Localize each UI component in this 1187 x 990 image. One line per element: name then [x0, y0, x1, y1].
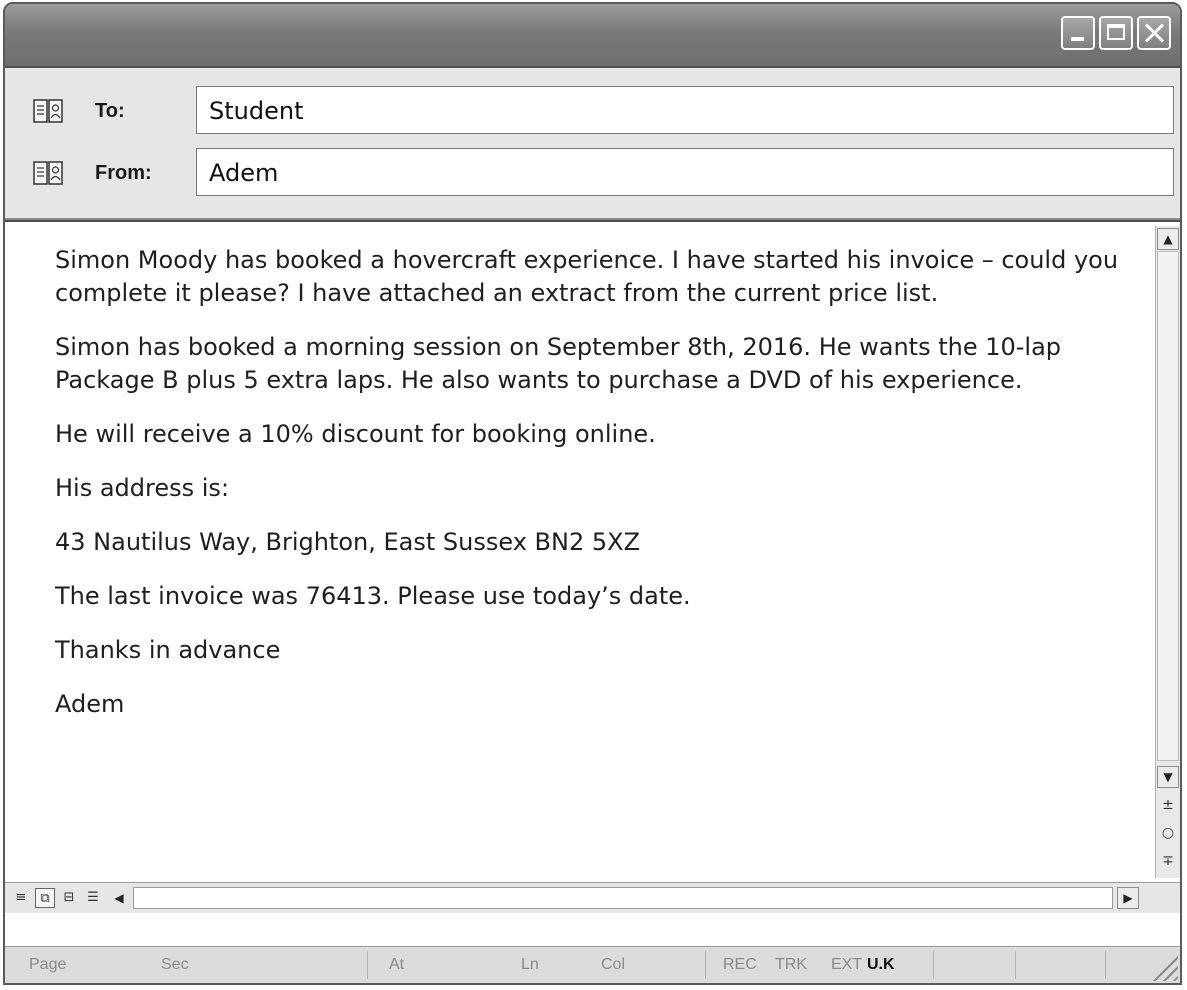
minimize-icon[interactable] [1061, 16, 1095, 50]
next-page-icon[interactable]: ∓ [1156, 850, 1180, 872]
status-column: Col [601, 956, 626, 973]
address-book-icon[interactable] [33, 98, 63, 124]
address-book-icon[interactable] [33, 160, 63, 186]
email-window: To: Student From: Adem Simon Moody has b… [3, 2, 1182, 985]
status-extend[interactable]: EXT [831, 956, 862, 974]
from-row: From: Adem [5, 148, 1180, 204]
status-language[interactable]: U.K [867, 956, 895, 974]
to-label: To: [95, 100, 125, 122]
from-field[interactable]: Adem [196, 148, 1174, 196]
print-layout-view-icon[interactable]: ⊟ [59, 888, 79, 908]
status-line: Ln [521, 956, 539, 973]
status-divider [705, 951, 706, 979]
normal-view-icon[interactable]: ≡ [11, 888, 31, 908]
status-bar: Page Sec At Ln Col REC TRK EXT U.K [5, 946, 1180, 983]
message-paragraph: His address is: [55, 474, 230, 502]
scroll-left-icon[interactable]: ◀ [109, 888, 129, 908]
status-divider [1015, 951, 1016, 979]
message-text[interactable]: Simon Moody has booked a hovercraft expe… [55, 244, 1135, 742]
vertical-scrollbar[interactable]: ▲ ▼ ± ○ ∓ [1155, 226, 1180, 878]
status-divider [1105, 951, 1106, 979]
vertical-scroll-thumb[interactable] [1157, 251, 1179, 761]
message-paragraph: Simon has booked a morning session on Se… [55, 333, 1062, 394]
maximize-icon[interactable] [1099, 16, 1133, 50]
outline-view-icon[interactable]: ☰ [83, 888, 103, 908]
message-paragraph: Simon Moody has booked a hovercraft expe… [55, 246, 1119, 307]
to-row: To: Student [5, 86, 1180, 142]
message-paragraph: 43 Nautilus Way, Brighton, East Sussex B… [55, 528, 641, 556]
scroll-right-icon[interactable]: ▶ [1117, 887, 1139, 909]
status-track-changes[interactable]: TRK [775, 956, 807, 974]
previous-page-icon[interactable]: ± [1156, 794, 1180, 816]
web-layout-view-icon[interactable]: ⧉ [35, 888, 55, 908]
message-body[interactable]: Simon Moody has booked a hovercraft expe… [5, 220, 1180, 950]
message-paragraph: Adem [55, 690, 125, 718]
horizontal-scroll-row: ≡ ⧉ ⊟ ☰ ◀ ▶ [5, 882, 1180, 913]
to-field[interactable]: Student [196, 86, 1174, 134]
scroll-up-icon[interactable]: ▲ [1157, 228, 1179, 250]
from-label: From: [95, 162, 152, 184]
message-paragraph: The last invoice was 76413. Please use t… [55, 582, 691, 610]
status-section: Sec [161, 956, 189, 973]
scroll-down-icon[interactable]: ▼ [1157, 766, 1179, 788]
status-page: Page [29, 956, 67, 973]
close-icon[interactable] [1137, 16, 1171, 50]
status-at: At [389, 956, 405, 973]
message-paragraph: Thanks in advance [55, 636, 281, 664]
message-paragraph: He will receive a 10% discount for booki… [55, 420, 656, 448]
status-divider [933, 951, 934, 979]
title-bar[interactable] [5, 4, 1180, 68]
select-browse-object-icon[interactable]: ○ [1156, 822, 1180, 844]
horizontal-scroll-track[interactable] [133, 887, 1113, 909]
status-divider [367, 951, 368, 979]
status-record[interactable]: REC [723, 956, 757, 974]
resize-grip-icon[interactable] [1152, 955, 1178, 981]
message-header: To: Student From: Adem [5, 68, 1180, 220]
